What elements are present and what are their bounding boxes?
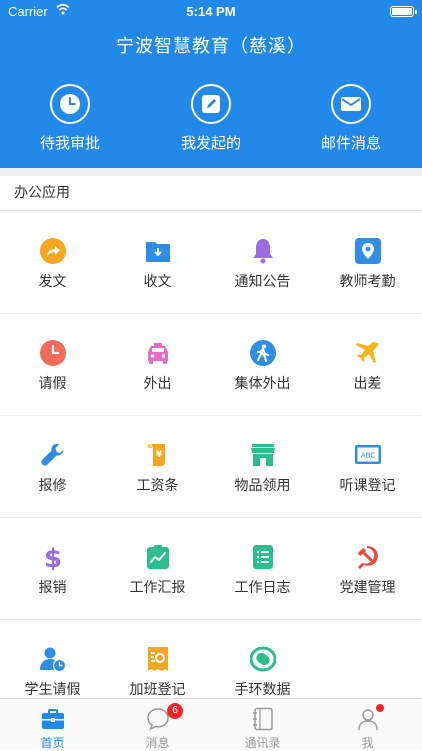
hammer-sickle-icon — [358, 546, 378, 569]
app-row: $ 报销 工作汇报 工作日志 党建管理 — [0, 518, 422, 620]
quick-action-label: 邮件消息 — [320, 134, 381, 152]
app-item-requisition[interactable]: 物品领用 — [210, 416, 315, 518]
app-reimbursement[interactable]: $ 报销 — [0, 518, 105, 620]
address-book-icon — [253, 707, 273, 731]
unread-badge: 6 — [167, 703, 183, 719]
app-business-trip[interactable]: 出差 — [315, 314, 420, 416]
app-notice[interactable]: 通知公告 — [210, 212, 315, 314]
app-lesson-observation[interactable]: ABC 听课登记 — [315, 416, 420, 518]
page-title: 宁波智慧教育（慈溪） — [116, 36, 306, 57]
tab-home[interactable]: 首页 — [0, 699, 105, 751]
app-label: 报修 — [38, 478, 67, 494]
quick-action-label: 待我审批 — [39, 134, 100, 152]
tab-contacts[interactable]: 通讯录 — [210, 699, 315, 751]
mail-icon — [331, 84, 371, 124]
app-label: 学生请假 — [24, 682, 81, 698]
app-label: 收文 — [143, 274, 172, 290]
quick-action-label: 我发起的 — [180, 134, 241, 152]
app-label: 集体外出 — [234, 376, 291, 392]
tab-me[interactable]: 我 — [315, 699, 420, 751]
app-label: 手环数据 — [234, 682, 291, 698]
yen-scroll-icon: ¥ — [147, 444, 165, 466]
status-bar: Carrier 5:14 PM — [0, 0, 422, 24]
section-divider — [0, 168, 422, 176]
clock-icon — [50, 84, 90, 124]
briefcase-icon — [42, 709, 64, 729]
student-clock-icon — [40, 647, 66, 672]
app-row: 请假 外出 集体外出 出差 — [0, 314, 422, 416]
section-title: 办公应用 — [0, 176, 422, 211]
tab-label: 我 — [361, 736, 374, 750]
app-label: 教师考勤 — [339, 274, 396, 290]
app-label: 请假 — [38, 376, 67, 392]
app-label: 物品领用 — [234, 478, 291, 494]
location-pin-icon — [355, 238, 381, 264]
app-label: 报销 — [38, 580, 67, 596]
app-party-building[interactable]: 党建管理 — [315, 518, 420, 620]
edit-icon — [191, 84, 231, 124]
clock-time: 5:14 PM — [186, 4, 236, 19]
app-go-out[interactable]: 外出 — [105, 314, 210, 416]
quick-action-initiated[interactable]: 我发起的 — [141, 84, 281, 153]
app-row: 报修 ¥ 工资条 物品领用 ABC 听课登记 — [0, 416, 422, 518]
app-label: 加班登记 — [129, 682, 186, 698]
quick-action-pending-approval[interactable]: 待我审批 — [0, 84, 140, 153]
list-document-icon — [253, 545, 273, 569]
app-group-outing[interactable]: 集体外出 — [210, 314, 315, 416]
store-icon — [251, 444, 275, 466]
svg-text:$: $ — [44, 544, 62, 570]
app-leave[interactable]: 请假 — [0, 314, 105, 416]
abc-board-icon: ABC — [355, 445, 381, 464]
svg-text:¥: ¥ — [156, 450, 163, 460]
walking-person-icon — [250, 340, 276, 366]
wrench-icon — [41, 444, 64, 466]
chart-clipboard-icon — [147, 545, 169, 569]
app-label: 工作汇报 — [129, 580, 186, 596]
app-label: 发文 — [38, 274, 67, 290]
app-fawen[interactable]: 发文 — [0, 212, 105, 314]
app-payslip[interactable]: ¥ 工资条 — [105, 416, 210, 518]
app-label: 听课登记 — [339, 478, 396, 494]
battery-icon — [390, 6, 417, 17]
tab-label: 消息 — [145, 736, 170, 750]
clock-icon — [40, 340, 66, 366]
svg-text:ABC: ABC — [361, 452, 375, 460]
app-teacher-attendance[interactable]: 教师考勤 — [315, 212, 420, 314]
app-shouwen[interactable]: 收文 — [105, 212, 210, 314]
bottom-tab-bar: 首页 6 消息 通讯录 我 — [0, 698, 422, 750]
app-row: 发文 收文 通知公告 教师考勤 — [0, 212, 422, 314]
wristband-icon — [250, 646, 276, 672]
app-label: 工作日志 — [234, 580, 291, 596]
share-arrow-icon — [40, 238, 66, 264]
tab-label: 首页 — [40, 736, 65, 750]
overtime-receipt-icon — [148, 647, 168, 671]
bell-icon — [253, 239, 273, 264]
app-label: 外出 — [143, 376, 172, 392]
app-label: 通知公告 — [234, 274, 291, 290]
notification-dot — [376, 704, 384, 712]
app-grid: 发文 收文 通知公告 教师考勤 请假 外出 集体外出 出差 报修 ¥ 工资条 物… — [0, 212, 422, 722]
inbox-folder-icon — [146, 242, 170, 262]
taxi-icon — [148, 343, 168, 364]
app-work-log[interactable]: 工作日志 — [210, 518, 315, 620]
airplane-icon — [356, 341, 379, 363]
tab-label: 通讯录 — [244, 736, 281, 750]
app-header: Carrier 5:14 PM 宁波智慧教育（慈溪） 待我审批 我发起的 邮件消… — [0, 0, 422, 168]
app-label: 出差 — [353, 376, 382, 392]
tab-messages[interactable]: 6 消息 — [105, 699, 210, 751]
app-repair[interactable]: 报修 — [0, 416, 105, 518]
quick-action-mail[interactable]: 邮件消息 — [281, 84, 421, 153]
dollar-icon: $ — [44, 544, 62, 570]
app-label: 工资条 — [136, 478, 179, 494]
app-work-report[interactable]: 工作汇报 — [105, 518, 210, 620]
app-label: 党建管理 — [339, 580, 396, 596]
